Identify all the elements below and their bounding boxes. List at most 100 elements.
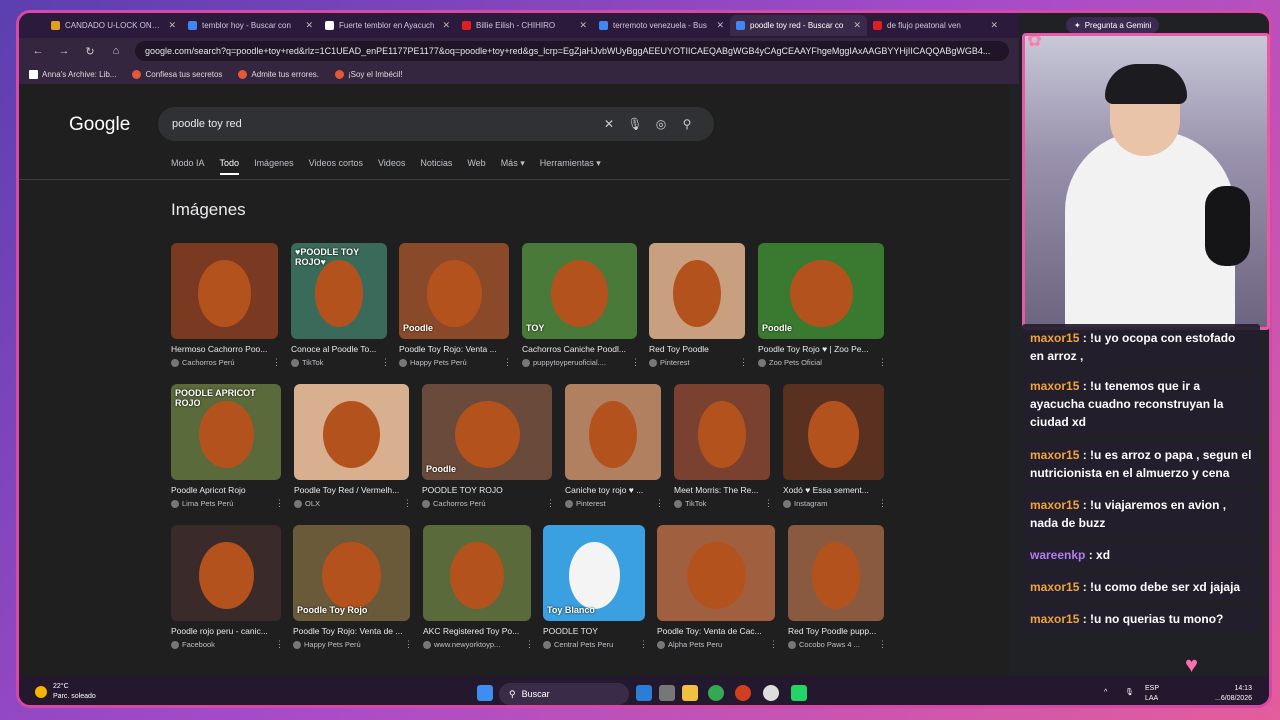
task-view-icon[interactable]: [659, 685, 675, 701]
result-thumbnail[interactable]: [788, 525, 884, 621]
result-source[interactable]: Instagram: [783, 499, 827, 508]
tab-4[interactable]: Videos: [378, 158, 405, 175]
result-title[interactable]: Cachorros Caniche Poodl...: [522, 344, 639, 354]
bookmark-item[interactable]: ¡Soy el Imbécil!: [334, 69, 403, 79]
result-source[interactable]: www.newyorktoyp...: [423, 640, 500, 649]
result-thumbnail[interactable]: [657, 525, 775, 621]
more-options-icon[interactable]: ⋮: [275, 498, 284, 509]
result-title[interactable]: Hermoso Cachorro Poo...: [171, 344, 280, 354]
browser-tab[interactable]: poodle toy red - Buscar co ✕: [730, 15, 867, 36]
result-title[interactable]: AKC Registered Toy Po...: [423, 626, 533, 636]
more-options-icon[interactable]: ⋮: [503, 357, 512, 368]
more-options-icon[interactable]: ⋮: [525, 639, 534, 650]
tab-2[interactable]: Imágenes: [254, 158, 294, 175]
bookmark-item[interactable]: Confiesa tus secretos: [132, 69, 222, 79]
more-options-icon[interactable]: ⋮: [381, 357, 390, 368]
result-source[interactable]: Alpha Pets Peru: [657, 640, 722, 649]
result-thumbnail[interactable]: [294, 384, 409, 480]
browser-tab[interactable]: temblor hoy - Buscar con ✕: [182, 15, 319, 36]
result-title[interactable]: Poodle Apricot Rojo: [171, 485, 283, 495]
result-source[interactable]: Cachorros Perú: [422, 499, 486, 508]
result-thumbnail[interactable]: [674, 384, 770, 480]
tab-1[interactable]: Todo: [219, 158, 240, 175]
search-box[interactable]: poodle toy red ✕ 🎙 ◎ ⚲: [158, 107, 714, 141]
result-thumbnail[interactable]: Poodle: [758, 243, 884, 339]
result-thumbnail[interactable]: [423, 525, 531, 621]
result-title[interactable]: Meet Morris: The Re...: [674, 485, 772, 495]
more-options-icon[interactable]: ⋮: [275, 639, 284, 650]
result-title[interactable]: Poodle rojo peru - canic...: [171, 626, 283, 636]
more-options-icon[interactable]: ⋮: [878, 498, 887, 509]
result-source[interactable]: TikTok: [674, 499, 706, 508]
tab-0[interactable]: Modo IA: [171, 158, 205, 175]
tab-8[interactable]: Herramientas ▾: [540, 158, 601, 175]
result-source[interactable]: Lima Pets Perú: [171, 499, 233, 508]
more-options-icon[interactable]: ⋮: [764, 498, 773, 509]
app-icon[interactable]: [636, 685, 652, 701]
browser-tab[interactable]: de flujo peatonal ven ✕: [867, 15, 1004, 36]
google-logo[interactable]: Google: [69, 114, 130, 136]
app-icon[interactable]: [735, 685, 751, 701]
result-title[interactable]: Xodó ♥ Essa sement...: [783, 485, 886, 495]
result-title[interactable]: Poodle Toy Rojo: Venta de ...: [293, 626, 412, 636]
browser-tab[interactable]: Fuerte temblor en Ayacuch ✕: [319, 15, 456, 36]
result-thumbnail[interactable]: [649, 243, 745, 339]
result-thumbnail[interactable]: Poodle Toy Rojo: [293, 525, 410, 621]
close-tab-icon[interactable]: ✕: [853, 20, 861, 31]
obs-icon[interactable]: [763, 685, 779, 701]
reload-icon[interactable]: ↻: [83, 45, 97, 58]
result-thumbnail[interactable]: TOY: [522, 243, 637, 339]
more-options-icon[interactable]: ⋮: [631, 357, 640, 368]
result-thumbnail[interactable]: [783, 384, 884, 480]
more-options-icon[interactable]: ⋮: [546, 498, 555, 509]
more-options-icon[interactable]: ⋮: [272, 357, 281, 368]
result-thumbnail[interactable]: Poodle: [422, 384, 552, 480]
more-options-icon[interactable]: ⋮: [878, 357, 887, 368]
browser-tab[interactable]: Billie Eilish - CHIHIRO ✕: [456, 15, 593, 36]
home-icon[interactable]: ⌂: [109, 45, 123, 57]
result-title[interactable]: Caniche toy rojo ♥ ...: [565, 485, 663, 495]
close-tab-icon[interactable]: ✕: [716, 20, 724, 31]
result-source[interactable]: Pinterest: [649, 358, 690, 367]
search-input[interactable]: poodle toy red: [172, 118, 596, 130]
result-thumbnail[interactable]: POODLE APRICOT ROJO: [171, 384, 281, 480]
tab-7[interactable]: Más ▾: [501, 158, 525, 175]
result-thumbnail[interactable]: [171, 243, 278, 339]
bookmark-item[interactable]: Admite tus errores.: [238, 69, 319, 79]
tab-5[interactable]: Noticias: [420, 158, 452, 175]
tab-6[interactable]: Web: [467, 158, 485, 175]
language-indicator[interactable]: ESP LAA: [1145, 684, 1159, 704]
result-title[interactable]: Poodle Toy: Venta de Cac...: [657, 626, 777, 636]
close-tab-icon[interactable]: ✕: [579, 20, 587, 31]
result-source[interactable]: Facebook: [171, 640, 215, 649]
bookmark-item[interactable]: Anna's Archive: Lib...: [29, 69, 116, 79]
result-thumbnail[interactable]: [171, 525, 281, 621]
result-title[interactable]: Poodle Toy Red / Vermelh...: [294, 485, 411, 495]
close-tab-icon[interactable]: ✕: [305, 20, 313, 31]
result-title[interactable]: POODLE TOY ROJO: [422, 485, 554, 495]
result-title[interactable]: Red Toy Poodle: [649, 344, 747, 354]
clock[interactable]: 14:13 ...6/08/2026: [1215, 684, 1252, 704]
clear-icon[interactable]: ✕: [596, 117, 622, 131]
more-options-icon[interactable]: ⋮: [739, 357, 748, 368]
search-icon[interactable]: ⚲: [674, 117, 700, 131]
lens-icon[interactable]: ◎: [648, 117, 674, 131]
chrome-icon[interactable]: [708, 685, 724, 701]
microphone-icon[interactable]: 🎙: [622, 117, 648, 131]
file-explorer-icon[interactable]: [682, 685, 698, 701]
tab-3[interactable]: Videos cortos: [309, 158, 363, 175]
chevron-up-icon[interactable]: ^: [1104, 688, 1107, 698]
result-thumbnail[interactable]: [565, 384, 661, 480]
scrollbar[interactable]: [1009, 84, 1019, 676]
result-source[interactable]: Central Pets Peru: [543, 640, 613, 649]
result-title[interactable]: Red Toy Poodle pupp...: [788, 626, 886, 636]
forward-icon[interactable]: →: [57, 45, 71, 57]
more-options-icon[interactable]: ⋮: [403, 498, 412, 509]
close-tab-icon[interactable]: ✕: [442, 20, 450, 31]
gemini-button[interactable]: ✦ Pregunta a Gemini: [1066, 17, 1160, 33]
microphone-icon[interactable]: 🎙: [1125, 688, 1134, 698]
result-title[interactable]: Poodle Toy Rojo ♥ | Zoo Pe...: [758, 344, 886, 354]
result-source[interactable]: OLX: [294, 499, 320, 508]
result-thumbnail[interactable]: Poodle: [399, 243, 509, 339]
result-title[interactable]: POODLE TOY: [543, 626, 647, 636]
